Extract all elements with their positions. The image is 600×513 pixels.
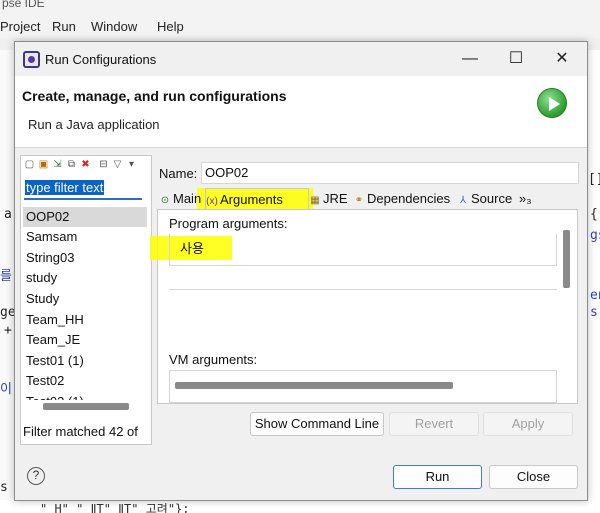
jre-tab-icon: ▦ — [310, 195, 320, 206]
configuration-list-panel: ▢ ▣ ⇲ ⧉ ✖ ⊟ ▽ ▾ type filter text OOP02 S… — [20, 155, 152, 445]
tab-horizontal-scrollbar[interactable] — [175, 382, 453, 389]
code-fragment: 를 — [0, 269, 12, 284]
menu-run[interactable]: Run — [52, 19, 76, 34]
ide-title: pse IDE — [2, 0, 45, 10]
header-subtitle: Run a Java application — [28, 117, 160, 132]
code-fragment: gs — [590, 228, 600, 243]
tab-arguments[interactable]: (x) Arguments — [205, 188, 309, 210]
list-item[interactable]: Test03 (1) — [23, 392, 147, 400]
code-fragment: s[ — [590, 305, 600, 320]
header-title: Create, manage, and run configurations — [22, 88, 287, 104]
tab-overflow[interactable]: »₃ — [519, 188, 539, 210]
main-tab-icon: ⊙ — [160, 195, 170, 206]
list-item[interactable]: study — [23, 268, 147, 288]
list-item[interactable]: Team_HH — [23, 310, 147, 330]
code-fragment: + — [4, 323, 12, 338]
run-button[interactable]: Run — [393, 465, 482, 489]
maximize-button[interactable]: ☐ — [493, 42, 539, 76]
list-item[interactable]: Test01 (1) — [23, 351, 147, 371]
tab-main[interactable]: ⊙ Main — [159, 188, 209, 210]
program-arguments-value: 사용 — [180, 241, 204, 256]
vm-arguments-label: VM arguments: — [169, 352, 258, 367]
menu-window[interactable]: Window — [91, 19, 137, 34]
dialog-titlebar: Run Configurations — ☐ ✕ — [15, 42, 587, 76]
ide-menubar: Project Run Window Help — [0, 14, 600, 38]
list-item[interactable]: Study — [23, 289, 147, 309]
list-item[interactable]: Test02 — [23, 371, 147, 391]
help-icon[interactable]: ? — [27, 467, 45, 485]
menu-project[interactable]: Project — [0, 19, 40, 34]
ide-title-bar: pse IDE — [0, 0, 600, 14]
export-icon[interactable]: ⇲ — [52, 159, 63, 170]
code-fragment: 이 — [0, 382, 12, 397]
revert-button[interactable]: Revert — [389, 412, 479, 436]
dialog-title: Run Configurations — [45, 52, 157, 67]
tab-main-label: Main — [173, 191, 202, 206]
tab-bar: ⊙ Main (x) Arguments ▦ JRE ⚭ Dependencies ⅄ S… — [157, 188, 578, 210]
new-configuration-icon[interactable]: ▢ — [24, 159, 35, 170]
dialog-header: Create, manage, and run configurations R… — [15, 76, 587, 148]
filter-placeholder: type filter text — [25, 180, 105, 195]
code-fragment: en — [590, 288, 600, 303]
collapse-all-icon[interactable]: ⊟ — [98, 159, 109, 170]
tab-source-label: Source — [471, 191, 513, 206]
program-arguments-field[interactable]: 사용 — [169, 234, 557, 266]
filter-icon[interactable]: ▽ — [112, 159, 123, 170]
list-horizontal-scrollbar[interactable] — [43, 403, 129, 410]
delete-icon[interactable]: ✖ — [80, 159, 91, 170]
tab-source[interactable]: ⅄ Source — [457, 188, 519, 210]
arguments-tab-content: Program arguments: 사용 VM arguments: — [150, 210, 578, 404]
list-item[interactable]: Samsam — [23, 227, 147, 247]
duplicate-icon[interactable]: ⧉ — [66, 159, 77, 170]
close-window-button[interactable]: ✕ — [539, 42, 585, 76]
tab-dependencies[interactable]: ⚭ Dependencies — [353, 188, 457, 210]
tab-jre-label: JRE — [323, 191, 348, 206]
code-line: " H" " ⅡT" ⅡT" 고려"}; — [0, 500, 600, 513]
filter-status: Filter matched 42 of — [23, 424, 138, 439]
filter-input[interactable]: type filter text — [24, 178, 142, 200]
list-item[interactable]: Team_JE — [23, 330, 147, 350]
eclipse-icon — [23, 51, 40, 68]
code-fragment: { — [590, 207, 598, 222]
code-fragment: s — [0, 480, 8, 495]
name-field[interactable]: OOP02 — [201, 162, 579, 184]
tab-dependencies-label: Dependencies — [367, 191, 451, 206]
new-prototype-icon[interactable]: ▣ — [38, 159, 49, 170]
apply-button[interactable]: Apply — [483, 412, 573, 436]
tab-jre[interactable]: ▦ JRE — [309, 188, 355, 210]
view-menu-icon[interactable]: ▾ — [126, 159, 137, 170]
name-label: Name: — [159, 166, 198, 181]
dependencies-tab-icon: ⚭ — [354, 195, 364, 206]
list-item[interactable]: OOP02 — [23, 207, 147, 227]
tab-vertical-scrollbar[interactable] — [563, 230, 570, 288]
run-configurations-dialog: Run Configurations — ☐ ✕ Create, manage,… — [14, 41, 588, 501]
tab-arguments-label: Arguments — [220, 192, 283, 207]
source-tab-icon: ⅄ — [459, 195, 467, 206]
list-toolbar: ▢ ▣ ⇲ ⧉ ✖ ⊟ ▽ ▾ — [21, 156, 151, 174]
close-button[interactable]: Close — [489, 465, 578, 489]
code-fragment: a — [4, 207, 12, 222]
run-banner-icon — [537, 88, 567, 118]
menu-help[interactable]: Help — [157, 19, 184, 34]
program-arguments-label: Program arguments: — [169, 216, 288, 231]
show-command-line-button[interactable]: Show Command Line — [250, 412, 384, 436]
minimize-button[interactable]: — — [447, 42, 493, 76]
list-item[interactable]: String03 — [23, 248, 147, 268]
code-fragment: [] — [588, 172, 600, 187]
program-arguments-field-border — [169, 266, 557, 290]
